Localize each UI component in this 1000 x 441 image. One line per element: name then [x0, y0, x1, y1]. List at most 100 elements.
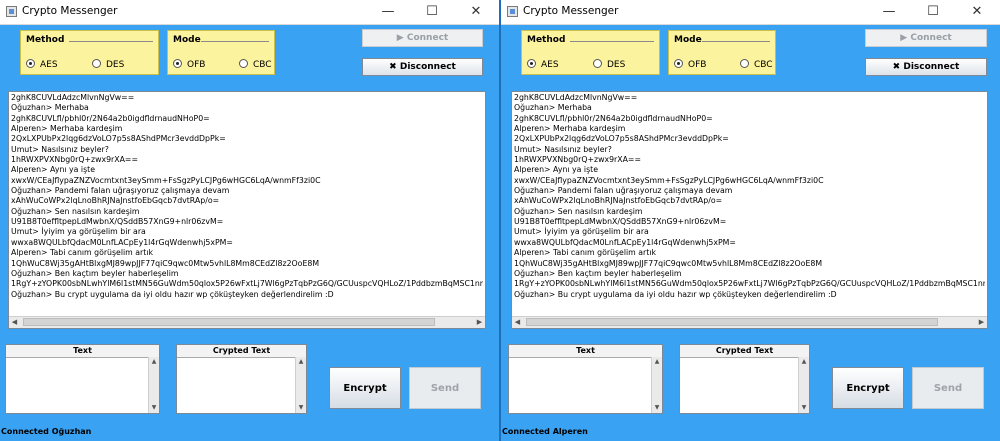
mode-group: Mode OFB CBC: [668, 30, 776, 75]
chat-history[interactable]: 2ghK8CUVLdAdzcMlvnNgVw== Oğuzhan> Merhab…: [511, 91, 988, 329]
mode-label: Mode: [173, 35, 201, 45]
close-icon[interactable]: ✕: [962, 2, 992, 22]
app-icon: [507, 6, 518, 17]
mode-separator: [201, 41, 269, 42]
scroll-down-icon[interactable]: ▼: [652, 403, 662, 413]
text-scrollbar[interactable]: ▲ ▼: [148, 357, 159, 413]
minimize-icon[interactable]: —: [373, 2, 403, 22]
chat-line: Umut> Nasılsınız beyler?: [514, 144, 612, 154]
radio-aes-label: AES: [40, 60, 58, 70]
messenger-window-right: Crypto Messenger — ☐ ✕ Method AES DES Mo…: [501, 0, 1000, 441]
title-bar: Crypto Messenger — ☐ ✕: [501, 0, 1000, 25]
crypted-text-panel: Crypted Text ▲ ▼: [679, 344, 810, 414]
crypted-text-header: Crypted Text: [177, 345, 306, 358]
crypted-text-panel: Crypted Text ▲ ▼: [176, 344, 307, 414]
scroll-up-icon[interactable]: ▲: [652, 357, 662, 367]
chat-line: xAhWuCoWPx2lqLnoBhRJNaJnstfoEbGqcb7dvtRA…: [514, 196, 723, 206]
chat-line: Alperen> Tabi canım görüşelim artık: [514, 248, 656, 258]
radio-aes[interactable]: AES: [26, 59, 58, 70]
scroll-right-icon[interactable]: ▶: [474, 317, 485, 327]
chat-line: Umut> İyiyim ya görüşelim bir ara: [514, 227, 649, 237]
scroll-down-icon[interactable]: ▼: [149, 403, 159, 413]
chat-line: Oğuzhan> Ben kaçtım beyler haberleşelim: [11, 268, 179, 278]
radio-des[interactable]: DES: [593, 59, 625, 70]
x-icon: ✖: [389, 62, 400, 72]
chat-line: wwxa8WQULbfQdacM0LnfLACpEy1l4rGqWdenwhj5…: [11, 237, 233, 247]
chat-line: xwxW/CEaJflypaZNZVocmtxnt3eySmm+FsSgzPyL…: [514, 175, 824, 185]
radio-cbc-label: CBC: [253, 60, 272, 70]
radio-ofb-dot: [674, 59, 683, 68]
radio-cbc-dot: [740, 59, 749, 68]
scroll-left-icon[interactable]: ◀: [512, 317, 523, 327]
messenger-window-left: Crypto Messenger — ☐ ✕ Method AES DES Mo…: [0, 0, 499, 441]
disconnect-button[interactable]: ✖ Disconnect: [362, 58, 483, 76]
text-panel: Text ▲ ▼: [5, 344, 160, 414]
send-button[interactable]: Send: [912, 367, 984, 409]
text-input[interactable]: [511, 359, 650, 411]
chat-history[interactable]: 2ghK8CUVLdAdzcMlvnNgVw== Oğuzhan> Merhab…: [8, 91, 486, 329]
method-group: Method AES DES: [20, 30, 159, 75]
chat-line: xwxW/CEaJflypaZNZVocmtxnt3eySmm+FsSgzPyL…: [11, 175, 321, 185]
radio-aes[interactable]: AES: [527, 59, 559, 70]
text-input[interactable]: [8, 359, 147, 411]
chat-line: Oğuzhan> Merhaba: [11, 103, 89, 113]
play-icon: ▶: [900, 33, 911, 43]
minimize-icon[interactable]: —: [874, 2, 904, 22]
radio-cbc-label: CBC: [754, 60, 773, 70]
encrypt-button[interactable]: Encrypt: [832, 367, 904, 409]
chat-line: 2ghK8CUVLdAdzcMlvnNgVw==: [514, 93, 638, 102]
crypted-scrollbar[interactable]: ▲ ▼: [798, 357, 809, 413]
crypted-scrollbar[interactable]: ▲ ▼: [295, 357, 306, 413]
chat-line: Oğuzhan> Bu crypt uygulama da iyi oldu h…: [514, 289, 837, 299]
chat-line: Oğuzhan> Sen nasılsın kardeşim: [514, 206, 643, 216]
maximize-icon[interactable]: ☐: [417, 2, 447, 22]
disconnect-button[interactable]: ✖ Disconnect: [865, 58, 987, 76]
radio-des[interactable]: DES: [92, 59, 124, 70]
chat-line: 1RgY+zYOPK00sbNLwhYlM6l1stMN56GuWdm50qlo…: [11, 279, 483, 289]
scroll-down-icon[interactable]: ▼: [296, 403, 306, 413]
chat-line: 1QhWuC8Wj35gAHtBlxgMJ89wpJJF77qiC9qwc0Mt…: [11, 258, 320, 268]
chat-line: Alperen> Aynı ya işte: [514, 165, 598, 175]
chat-line: 1hRWXPVXNbg0rQ+zwx9rXA==: [514, 155, 641, 165]
radio-cbc[interactable]: CBC: [239, 59, 272, 70]
scroll-down-icon[interactable]: ▼: [799, 403, 809, 413]
scroll-thumb[interactable]: [23, 318, 435, 326]
crypted-text-area[interactable]: [682, 359, 797, 411]
status-bar: Connected Alperen: [502, 427, 588, 436]
radio-ofb[interactable]: OFB: [674, 59, 706, 70]
chat-line: Oğuzhan> Merhaba: [514, 103, 592, 113]
radio-ofb[interactable]: OFB: [173, 59, 205, 70]
scroll-up-icon[interactable]: ▲: [799, 357, 809, 367]
mode-label: Mode: [674, 35, 702, 45]
app-icon: [6, 6, 17, 17]
text-scrollbar[interactable]: ▲ ▼: [651, 357, 662, 413]
disconnect-label: Disconnect: [903, 62, 960, 72]
horizontal-scrollbar[interactable]: ◀ ▶: [512, 316, 987, 328]
connect-button[interactable]: ▶ Connect: [362, 29, 483, 47]
send-button[interactable]: Send: [409, 367, 481, 409]
chat-line: 1hRWXPVXNbg0rQ+zwx9rXA==: [11, 155, 138, 165]
chat-line: 1QhWuC8Wj35gAHtBlxgMJ89wpJJF77qiC9qwc0Mt…: [514, 258, 823, 268]
chat-line: 2ghK8CUVLfl/pbhl0r/2N64a2b0igdfldrnaudNH…: [514, 113, 713, 123]
radio-cbc[interactable]: CBC: [740, 59, 773, 70]
maximize-icon[interactable]: ☐: [918, 2, 948, 22]
scroll-up-icon[interactable]: ▲: [296, 357, 306, 367]
chat-lines: 2ghK8CUVLdAdzcMlvnNgVw== Oğuzhan> Merhab…: [514, 93, 985, 317]
radio-des-dot: [593, 59, 602, 68]
scroll-thumb[interactable]: [526, 318, 938, 326]
title-bar: Crypto Messenger — ☐ ✕: [0, 0, 499, 25]
scroll-left-icon[interactable]: ◀: [9, 317, 20, 327]
connect-button[interactable]: ▶ Connect: [865, 29, 987, 47]
crypted-text-area[interactable]: [179, 359, 294, 411]
scroll-right-icon[interactable]: ▶: [976, 317, 987, 327]
method-group: Method AES DES: [521, 30, 660, 75]
scroll-up-icon[interactable]: ▲: [149, 357, 159, 367]
method-separator: [570, 41, 654, 42]
chat-line: Alperen> Merhaba kardeşim: [514, 124, 626, 134]
disconnect-label: Disconnect: [399, 62, 456, 72]
encrypt-button[interactable]: Encrypt: [329, 367, 401, 409]
horizontal-scrollbar[interactable]: ◀ ▶: [9, 316, 485, 328]
radio-aes-dot: [527, 59, 536, 68]
connect-label: Connect: [910, 33, 952, 43]
close-icon[interactable]: ✕: [461, 2, 491, 22]
